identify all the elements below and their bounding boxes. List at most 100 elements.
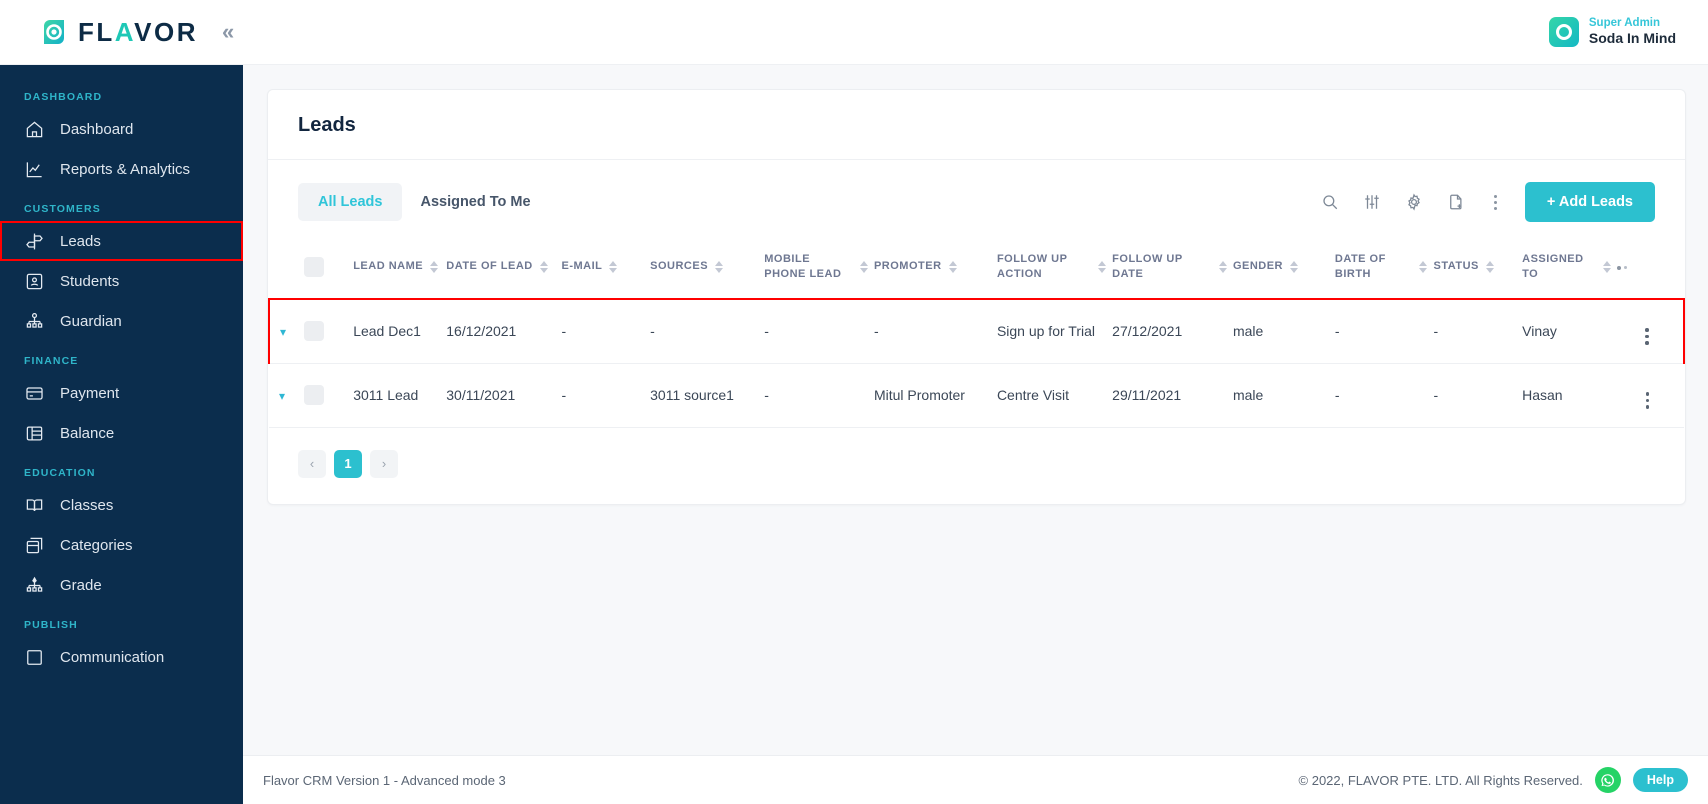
search-icon[interactable] (1320, 192, 1340, 212)
col-header-date-of-lead[interactable]: DATE OF LEAD (446, 236, 562, 300)
sidebar-item-leads[interactable]: Leads (0, 221, 243, 261)
sidebar-item-dashboard[interactable]: Dashboard (0, 109, 243, 149)
cell-email: - (561, 363, 651, 428)
id-card-icon (24, 271, 44, 291)
card-header: Leads (268, 90, 1685, 160)
col-label: FOLLOW UP DATE (1112, 253, 1183, 280)
row-expand-cell[interactable]: ▾ (269, 363, 305, 428)
row-actions-cell[interactable] (1617, 297, 1685, 364)
brand-name-accent: A (114, 17, 135, 47)
col-header-actions (1617, 236, 1684, 300)
chart-line-icon (24, 159, 44, 179)
col-header-follow-up-action[interactable]: FOLLOW UP ACTION (996, 236, 1113, 300)
cell-email: - (561, 297, 651, 364)
col-label: STATUS (1433, 260, 1479, 273)
sort-icon[interactable] (539, 260, 548, 273)
table-row[interactable]: ▾ 3011 Lead 30/11/2021 - 3011 source1 - … (269, 363, 1684, 428)
col-label: LEAD NAME (353, 260, 424, 273)
cell-gender: male (1232, 363, 1335, 428)
sidebar-item-balance[interactable]: Balance (0, 413, 243, 453)
document-add-icon[interactable] (1446, 192, 1466, 212)
signpost-icon (24, 231, 44, 251)
col-header-lead-name[interactable]: LEAD NAME (353, 236, 447, 300)
row-checkbox[interactable] (304, 385, 325, 406)
row-expand-cell[interactable]: ▾ (267, 297, 305, 364)
pagination-prev[interactable]: ‹ (298, 449, 326, 478)
sort-icon[interactable] (1290, 260, 1298, 273)
pagination-next[interactable]: › (370, 449, 398, 478)
sort-icon[interactable] (1485, 260, 1494, 273)
cell-lead-name: 3011 Lead (353, 363, 447, 428)
cell-date-of-birth: - (1334, 363, 1434, 428)
cell-gender: male (1232, 297, 1335, 364)
help-button[interactable]: Help (1632, 768, 1688, 792)
sidebar-item-guardian[interactable]: Guardian (0, 301, 243, 341)
gear-icon[interactable] (1404, 192, 1424, 212)
column-options-icon[interactable] (1617, 265, 1628, 270)
row-more-vertical-icon[interactable] (1645, 392, 1650, 409)
sidebar-item-label: Grade (60, 576, 102, 594)
sidebar-item-students[interactable]: Students (0, 261, 243, 301)
sidebar-item-classes[interactable]: Classes (0, 485, 243, 525)
col-header-assigned-to[interactable]: ASSIGNED TO (1522, 236, 1618, 300)
col-header-mobile-phone-lead[interactable]: MOBILE PHONE LEAD (764, 236, 874, 300)
credit-card-icon (24, 383, 44, 403)
cell-follow-up-date: 27/12/2021 (1112, 297, 1233, 364)
col-header-gender[interactable]: GENDER (1232, 236, 1335, 300)
col-header-sources[interactable]: SOURCES (650, 236, 765, 300)
chevron-down-icon[interactable]: ▾ (279, 390, 285, 402)
chevron-double-left-icon[interactable]: « (222, 21, 234, 43)
pagination: ‹ 1 › (268, 428, 1685, 504)
sort-icon[interactable] (1098, 260, 1107, 273)
sort-icon[interactable] (1603, 260, 1612, 273)
sidebar-item-reports-analytics[interactable]: Reports & Analytics (0, 149, 243, 189)
sidebar-item-grade[interactable]: Grade (0, 565, 243, 605)
add-leads-button[interactable]: + Add Leads (1524, 182, 1655, 222)
sort-icon[interactable] (859, 260, 868, 273)
sort-icon[interactable] (1218, 260, 1227, 273)
cell-mobile-phone-lead: - (764, 297, 874, 364)
footer-right: © 2022, FLAVOR PTE. LTD. All Rights Rese… (1299, 767, 1688, 793)
table-row[interactable]: ▾ Lead Dec1 16/12/2021 - - - - Sign up f… (267, 297, 1685, 364)
col-header-email[interactable]: E-MAIL (561, 236, 651, 300)
sidebar-item-payment[interactable]: Payment (0, 373, 243, 413)
sidebar-item-label: Classes (60, 496, 114, 514)
tab-assigned-to-me[interactable]: Assigned To Me (402, 183, 548, 221)
tab-all-leads[interactable]: All Leads (298, 183, 403, 221)
sort-icon[interactable] (430, 260, 439, 273)
sidebar-item-label: Payment (60, 384, 120, 402)
select-all-checkbox[interactable] (304, 256, 325, 277)
col-header-promoter[interactable]: PROMOTER (873, 236, 997, 300)
row-checkbox[interactable] (304, 321, 325, 342)
sort-icon[interactable] (715, 260, 724, 273)
col-header-date-of-birth[interactable]: DATE OF BIRTH (1334, 236, 1434, 300)
cell-assigned-to: Hasan (1522, 363, 1618, 428)
col-header-follow-up-date[interactable]: FOLLOW UP DATE (1112, 236, 1233, 300)
col-label: SOURCES (650, 260, 709, 273)
col-label: MOBILE PHONE LEAD (764, 253, 842, 280)
cell-sources: - (650, 297, 765, 364)
avatar (1548, 17, 1579, 47)
sidebar-item-communication[interactable]: Communication (0, 637, 243, 677)
more-vertical-icon[interactable] (1488, 193, 1503, 212)
row-select-cell[interactable] (304, 297, 354, 364)
filter-sliders-icon[interactable] (1362, 192, 1382, 212)
row-select-cell[interactable] (304, 363, 354, 428)
chevron-down-icon[interactable]: ▾ (280, 326, 286, 338)
row-more-vertical-icon[interactable] (1645, 328, 1649, 345)
body-split: DASHBOARD Dashboard Reports & Analytics … (0, 65, 1708, 804)
sidebar-group-publish-label: PUBLISH (24, 619, 78, 631)
sort-icon[interactable] (1419, 260, 1428, 273)
sidebar-item-categories[interactable]: Categories (0, 525, 243, 565)
col-header-status[interactable]: STATUS (1433, 236, 1523, 300)
family-tree-icon (24, 311, 44, 331)
sort-icon[interactable] (948, 260, 957, 273)
sidebar-item-label: Dashboard (60, 120, 134, 138)
user-meta: Super Admin Soda In Mind (1589, 16, 1676, 48)
pagination-page-1[interactable]: 1 (334, 449, 362, 478)
row-actions-cell[interactable] (1617, 363, 1684, 428)
whatsapp-icon[interactable] (1594, 767, 1621, 793)
book-open-icon (24, 495, 44, 515)
user-profile[interactable]: Super Admin Soda In Mind (1548, 16, 1686, 48)
sort-icon[interactable] (609, 260, 618, 273)
